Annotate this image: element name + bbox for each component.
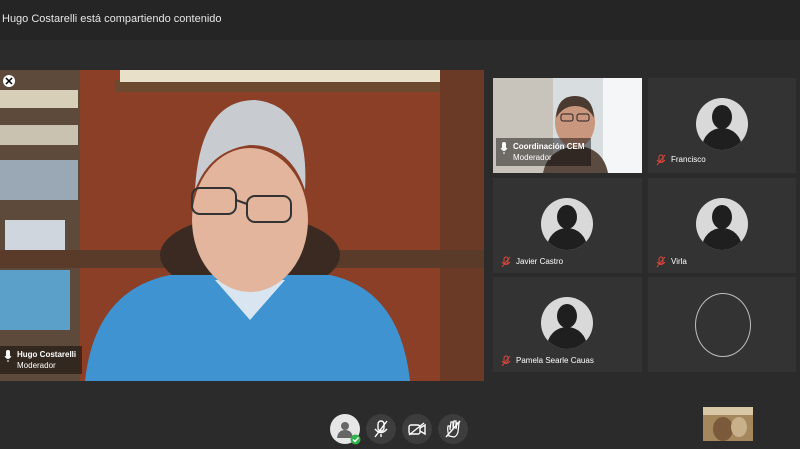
participant-tile-francisco[interactable]: Francisco bbox=[648, 78, 796, 173]
participant-tile-virla[interactable]: Virla bbox=[648, 178, 796, 273]
participant-label: Francisco bbox=[652, 151, 712, 169]
participant-label: Pamela Searle Cauas bbox=[497, 352, 600, 370]
raise-hand-off-icon bbox=[445, 420, 461, 438]
participant-role: Moderador bbox=[513, 153, 552, 162]
participant-tile-pamela[interactable]: Pamela Searle Cauas bbox=[493, 277, 642, 372]
participant-label: Javier Castro bbox=[497, 253, 569, 271]
main-speaker-video[interactable]: Hugo Costarelli Moderador bbox=[0, 70, 484, 381]
sharing-banner: Hugo Costarelli está compartiendo conten… bbox=[2, 13, 222, 25]
microphone-icon bbox=[500, 142, 508, 154]
expand-icon[interactable] bbox=[2, 74, 16, 88]
participant-name: Virla bbox=[671, 257, 687, 266]
avatar-placeholder bbox=[695, 293, 751, 357]
microphone-icon bbox=[4, 350, 12, 362]
main-speaker-label: Hugo Costarelli Moderador bbox=[0, 346, 83, 374]
speaker-name: Hugo Costarelli bbox=[17, 350, 77, 359]
participant-name: Coordinación CEM bbox=[513, 142, 585, 151]
status-check-icon bbox=[350, 434, 361, 445]
participant-label: Virla bbox=[652, 253, 693, 271]
call-controls bbox=[330, 414, 468, 445]
participant-label: Coordinación CEM Moderador bbox=[496, 138, 591, 166]
participant-tile-javier[interactable]: Javier Castro bbox=[493, 178, 642, 273]
microphone-off-icon bbox=[656, 154, 666, 166]
microphone-off-icon bbox=[501, 355, 511, 367]
avatar bbox=[541, 297, 593, 349]
participant-tile-coordinacion[interactable]: Coordinación CEM Moderador bbox=[493, 78, 642, 173]
camera-button[interactable] bbox=[402, 414, 432, 444]
user-status-button[interactable] bbox=[330, 414, 361, 445]
camera-off-icon bbox=[408, 422, 426, 436]
avatar bbox=[541, 198, 593, 250]
participant-tile-empty[interactable] bbox=[648, 277, 796, 372]
avatar bbox=[696, 198, 748, 250]
participant-name: Pamela Searle Cauas bbox=[516, 356, 594, 365]
participant-name: Francisco bbox=[671, 155, 706, 164]
speaker-video-frame bbox=[0, 70, 484, 381]
microphone-off-icon bbox=[656, 256, 666, 268]
self-view-thumbnail[interactable] bbox=[703, 407, 753, 441]
microphone-off-icon bbox=[374, 420, 388, 438]
raise-hand-button[interactable] bbox=[438, 414, 468, 444]
participant-name: Javier Castro bbox=[516, 257, 564, 266]
self-view-image bbox=[703, 407, 753, 441]
microphone-off-icon bbox=[501, 256, 511, 268]
top-bar: Hugo Costarelli está compartiendo conten… bbox=[0, 0, 800, 40]
avatar bbox=[696, 98, 748, 150]
speaker-role: Moderador bbox=[17, 361, 56, 370]
microphone-button[interactable] bbox=[366, 414, 396, 444]
